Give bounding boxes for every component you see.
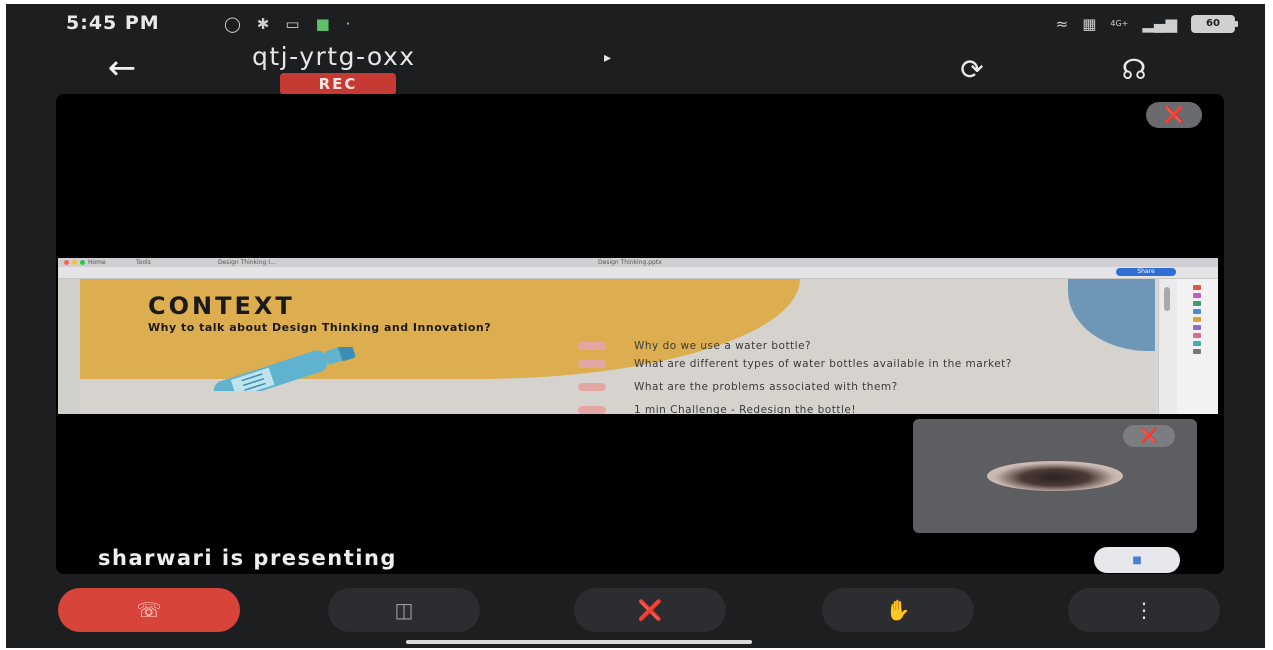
list-item-text: 1 min Challenge - Redesign the bottle! (634, 404, 857, 414)
sidebar-tool-icon (1193, 333, 1201, 338)
fullscreen-exit-icon[interactable]: ◾ (1094, 547, 1180, 573)
status-icons-left: ◯ ✱ ▭ ■ · (224, 14, 351, 34)
sidebar-tool-icon (1193, 349, 1201, 354)
wifi-icon: ≈ (1055, 15, 1069, 33)
window-titlebar: Home Tools Design Thinking I... Design T… (58, 258, 1218, 267)
list-item-text: What are different types of water bottle… (634, 358, 1012, 370)
settings-icon: ✱ (256, 15, 270, 33)
meeting-info-arrow-icon[interactable]: ▸ (604, 50, 611, 66)
list-item: Why do we use a water bottle? (578, 341, 1138, 358)
window-tab-doc: Design Thinking I... (218, 259, 276, 266)
end-call-icon: ☏ (136, 598, 162, 622)
more-vert-icon: ⋮ (1134, 598, 1154, 622)
presenting-label: sharwari is presenting (98, 546, 397, 570)
back-button[interactable]: ← (94, 50, 150, 86)
list-item: What are the problems associated with th… (578, 382, 1138, 404)
self-view-video (987, 461, 1123, 491)
network-label: 4G+ (1110, 19, 1129, 28)
window-scrollbar (1158, 279, 1177, 414)
slide: CONTEXT Why to talk about Design Thinkin… (58, 279, 1155, 414)
self-mic-off-icon: ❌ (1123, 425, 1175, 447)
camera-off-icon: ◫ (394, 598, 414, 622)
bullet-dot (578, 406, 606, 414)
window-scroll-thumb (1164, 287, 1170, 311)
audio-output-icon[interactable]: ☊ (1112, 52, 1156, 88)
status-icons-right: ≈ ▦ 4G+ ▂▄▆ 60 (1055, 14, 1238, 34)
window-tab-tools: Tools (136, 259, 151, 266)
call-controls: ☏ ◫ ❌ ✋ ⋮ (6, 582, 1265, 638)
mic-toggle-button[interactable]: ❌ (574, 588, 726, 632)
list-item: What are different types of water bottle… (578, 359, 1138, 381)
slide-question-list: Why do we use a water bottle? What are d… (578, 341, 1138, 414)
shared-screen: Home Tools Design Thinking I... Design T… (58, 258, 1218, 414)
home-indicator[interactable] (406, 640, 752, 644)
window-doc-title: Design Thinking.pptx (598, 259, 662, 266)
camera-toggle-button[interactable]: ◫ (328, 588, 480, 632)
sidebar-tool-icon (1193, 317, 1201, 322)
sidebar-tool-icon (1193, 285, 1201, 290)
battery-icon: 60 (1191, 15, 1238, 33)
app-icon: ■ (315, 15, 330, 33)
sidebar-tool-icon (1193, 309, 1201, 314)
window-toolbar: Share (58, 267, 1218, 279)
sidebar-tool-icon (1193, 325, 1201, 330)
status-bar: 5:45 PM ◯ ✱ ▭ ■ · ≈ ▦ 4G+ ▂▄▆ 60 (6, 4, 1265, 44)
raise-hand-icon: ✋ (885, 598, 911, 622)
slide-subheading: Why to talk about Design Thinking and In… (148, 321, 492, 334)
list-item: 1 min Challenge - Redesign the bottle! (578, 405, 1138, 414)
list-item-text: Why do we use a water bottle? (634, 340, 812, 352)
mic-off-icon: ❌ (637, 598, 663, 622)
laptop-icon: ▭ (285, 15, 300, 33)
more-options-button[interactable]: ⋮ (1068, 588, 1220, 632)
window-traffic-lights (64, 260, 88, 267)
window-share-button: Share (1116, 268, 1176, 276)
water-bottle-illustration (213, 347, 356, 391)
switch-camera-icon[interactable]: ⟳ (950, 52, 994, 88)
recording-badge: REC (280, 73, 396, 95)
slide-heading: CONTEXT (148, 292, 295, 320)
sidebar-tool-icon (1193, 301, 1201, 306)
sidebar-tool-icon (1193, 293, 1201, 298)
phone-screen: 5:45 PM ◯ ✱ ▭ ■ · ≈ ▦ 4G+ ▂▄▆ 60 ← qtj-y… (6, 4, 1265, 648)
meeting-code[interactable]: qtj-yrtg-oxx (252, 42, 416, 71)
signal-icon: ▂▄▆ (1142, 15, 1177, 33)
bullet-dot (578, 360, 606, 368)
volte-icon: ▦ (1082, 15, 1097, 33)
presenter-mic-off-icon: ❌ (1146, 102, 1202, 128)
raise-hand-button[interactable]: ✋ (822, 588, 974, 632)
window-tab-home: Home (88, 259, 106, 266)
bullet-dot (578, 342, 606, 350)
dot-icon: · (345, 15, 351, 33)
list-item-text: What are the problems associated with th… (634, 381, 898, 393)
self-view-tile[interactable]: ❌ (913, 419, 1197, 533)
slide-left-strip (58, 279, 80, 414)
window-sidebar (1177, 279, 1218, 414)
bullet-dot (578, 383, 606, 391)
headphones-icon: ◯ (224, 15, 241, 33)
status-time: 5:45 PM (66, 12, 160, 34)
end-call-button[interactable]: ☏ (58, 588, 240, 632)
sidebar-tool-icon (1193, 341, 1201, 346)
